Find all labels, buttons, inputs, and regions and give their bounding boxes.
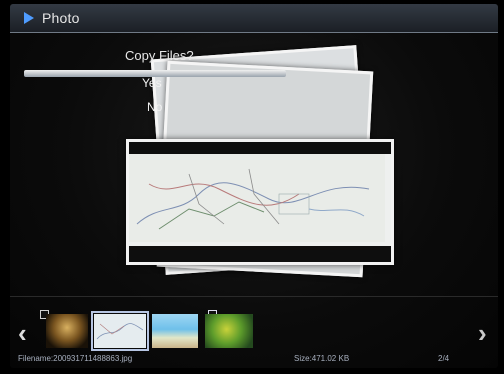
thumbnail-divider bbox=[10, 296, 498, 297]
page-counter: 2/4 bbox=[438, 354, 450, 363]
current-photo bbox=[126, 139, 394, 265]
map-image bbox=[129, 154, 385, 242]
filename-label: Filename:200931711488863.jpg bbox=[18, 354, 133, 363]
page-title: Photo bbox=[42, 10, 80, 26]
photo-letterbox-top bbox=[129, 142, 391, 154]
photo-viewer-screen: Photo Copy Files? Yes No ‹ › Filename:20… bbox=[10, 4, 498, 368]
play-arrow-icon bbox=[24, 12, 34, 24]
copy-dialog-title: Copy Files? bbox=[125, 48, 194, 63]
file-size-label: Size:471.02 KB bbox=[294, 354, 350, 363]
chevron-left-icon[interactable]: ‹ bbox=[18, 320, 36, 346]
thumbnail-2[interactable] bbox=[91, 311, 149, 351]
copy-yes-option[interactable]: Yes bbox=[142, 76, 162, 90]
thumbnail-2-map bbox=[94, 314, 146, 348]
photo-letterbox-bottom bbox=[129, 246, 391, 262]
thumbnail-3[interactable] bbox=[152, 314, 198, 348]
thumbnail-4[interactable] bbox=[205, 314, 253, 348]
title-bar: Photo bbox=[10, 4, 498, 33]
chevron-right-icon[interactable]: › bbox=[478, 320, 496, 346]
copy-no-option[interactable]: No bbox=[147, 100, 162, 114]
photo-stack bbox=[120, 44, 400, 284]
thumbnail-1[interactable] bbox=[46, 314, 88, 348]
